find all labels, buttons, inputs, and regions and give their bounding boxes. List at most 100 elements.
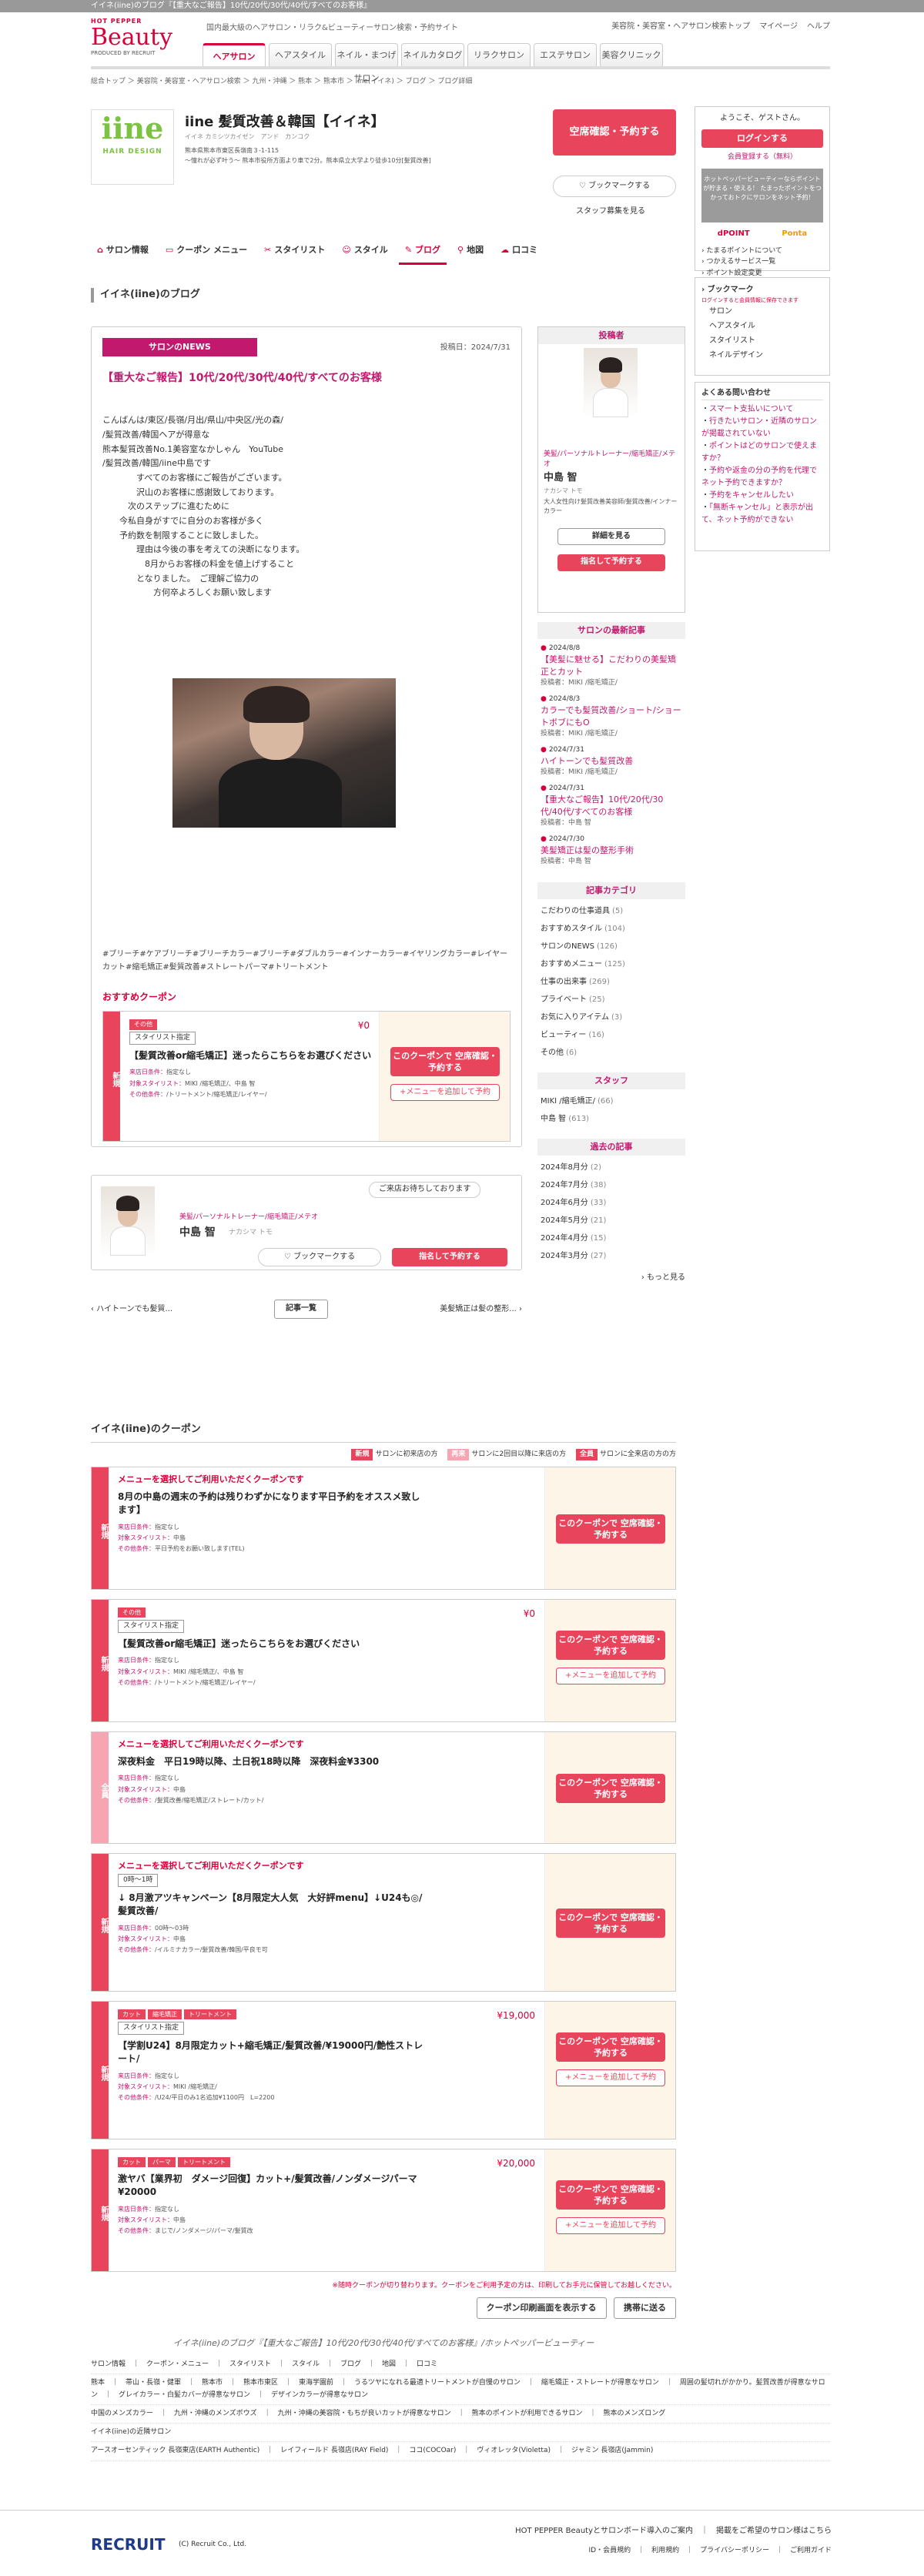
tab-map[interactable]: ⚲ 地図 <box>451 236 490 265</box>
tab-nail-salon[interactable]: ネイル・まつげサロン <box>335 43 398 83</box>
faq-item[interactable]: 予約をキャンセルしたい <box>701 490 823 502</box>
coupon-add-menu-button[interactable]: +メニューを追加して予約 <box>556 2216 665 2234</box>
copyright: (C) Recruit Co., Ltd. <box>179 2541 247 2548</box>
item-title[interactable]: 【美髪に魅せる】こだわりの美髪矯正とカット <box>541 654 682 678</box>
faq-item[interactable]: 行きたいサロン・近隣のサロンが掲載されていない <box>701 416 823 440</box>
item-title[interactable]: 美髪矯正は髪の整形手術 <box>541 845 682 857</box>
coupon-reserve-button[interactable]: このクーポンで 空席確認・予約する <box>556 2032 665 2062</box>
tab-clinic[interactable]: 美容クリニック <box>600 43 663 66</box>
coupon-add-menu-button[interactable]: +メニューを追加して予約 <box>556 1667 665 1684</box>
stylist-reserve-button[interactable]: 指名して予約する <box>392 1248 507 1266</box>
bookmark-hairstyle[interactable]: ヘアスタイル <box>701 319 823 333</box>
archive-item[interactable]: 2024年6月分 (33) <box>541 1194 682 1212</box>
tab-style[interactable]: ☺ スタイル <box>336 236 393 265</box>
category-item[interactable]: お気に入りアイテム (3) <box>541 1009 682 1026</box>
tab-esthe[interactable]: エステサロン <box>534 43 597 66</box>
coupon-reserve-button[interactable]: このクーポンで 空席確認・予約する <box>556 2180 665 2210</box>
coupon-add-menu-button[interactable]: +メニューを追加して予約 <box>390 1084 500 1101</box>
staff-item[interactable]: 中島 智 (613) <box>541 1110 682 1128</box>
meta-label: 対象スタイリスト： <box>118 1935 173 1943</box>
item-title[interactable]: ハイトーンでも髪質改善 <box>541 755 682 768</box>
archive-item[interactable]: 2024年7月分 (38) <box>541 1176 682 1194</box>
footer-row[interactable]: アースオーセンティック 長嶺東店(EARTH Authentic) ｜ レイフィ… <box>91 2442 830 2461</box>
legal-link[interactable]: ご利用ガイド <box>790 2547 832 2554</box>
stylist-name[interactable]: 中島 智 <box>179 1225 216 1240</box>
tab-hairsalon[interactable]: ヘアサロン <box>203 43 266 66</box>
category-item[interactable]: サロンのNEWS (126) <box>541 938 682 955</box>
latest-item[interactable]: 2024/7/30美髪矯正は髪の整形手術投稿者：中島 智 <box>541 835 682 867</box>
tab-salon-info[interactable]: ⌂ サロン情報 <box>91 236 155 265</box>
reserve-button[interactable]: 空席確認・予約する <box>553 109 676 156</box>
breadcrumb[interactable]: 総合トップ ＞ 美容院・美容室・ヘアサロン検索 ＞ 九州・沖縄 ＞ 熊本 ＞ 熊… <box>91 77 924 92</box>
coupon-add-menu-button[interactable]: +メニューを追加して予約 <box>556 2069 665 2086</box>
category-item[interactable]: 仕事の出来事 (269) <box>541 973 682 991</box>
tab-reviews[interactable]: ☁ 口コミ <box>494 236 544 265</box>
item-title[interactable]: 【重大なご報告】10代/20代/30代/40代/すべてのお客様 <box>541 794 682 818</box>
category-item[interactable]: ビューティー (16) <box>541 1026 682 1044</box>
faq-item[interactable]: ポイントはどのサロンで使えますか？ <box>701 440 823 465</box>
print-coupon-button[interactable]: クーポン印刷画面を表示する <box>476 2297 607 2319</box>
coupon-reserve-button[interactable]: このクーポンで 空席確認・予約する <box>556 1514 665 1544</box>
bookmark-button[interactable]: ♡ ブックマークする <box>553 176 676 197</box>
legal-link[interactable]: プライバシーポリシー <box>700 2547 769 2554</box>
footer-row[interactable]: サロン情報 ｜ クーポン・メニュー ｜ スタイリスト ｜ スタイル ｜ ブログ … <box>91 2356 830 2375</box>
archive-item[interactable]: 2024年4月分 (15) <box>541 1229 682 1247</box>
tab-hairstyle[interactable]: ヘアスタイル <box>269 43 332 66</box>
tab-coupon-menu[interactable]: ▭ クーポン メニュー <box>159 236 253 265</box>
tab-blog[interactable]: ✎ ブログ <box>398 236 447 265</box>
legal-link[interactable]: ID・会員規約 <box>589 2547 631 2554</box>
item-title[interactable]: カラーでも髪質改善/ショート/ショートボブにもO <box>541 704 682 729</box>
archive-item[interactable]: 2024年8月分 (2) <box>541 1159 682 1176</box>
bookmark-nail[interactable]: ネイルデザイン <box>701 348 823 363</box>
bookmark-stylist[interactable]: スタイリスト <box>701 333 823 348</box>
category-item[interactable]: おすすめメニュー (125) <box>541 955 682 973</box>
header-link-mypage[interactable]: マイページ <box>759 22 798 33</box>
category-item[interactable]: その他 (6) <box>541 1044 682 1062</box>
coupon-reserve-button[interactable]: このクーポンで 空席確認・予約する <box>556 1908 665 1938</box>
prev-article-link[interactable]: ‹ ハイトーンでも髪質... <box>91 1305 172 1313</box>
faq-item[interactable]: 予約や返金の分の予約を代理でネット予約できますか？ <box>701 465 823 490</box>
recruit-logo[interactable]: RECRUIT <box>91 2534 165 2556</box>
coupon-reserve-button[interactable]: このクーポンで 空席確認・予約する <box>390 1047 500 1076</box>
meta-value: MIKI /縮毛矯正/、中島 智 <box>173 1668 244 1675</box>
listing-link[interactable]: 掲載をご希望のサロン様はこちら <box>716 2527 832 2535</box>
article-list-button[interactable]: 記事一覧 <box>274 1300 328 1319</box>
tab-nail-catalog[interactable]: ネイルカタログ <box>401 43 464 66</box>
archive-more-link[interactable]: › もっと見る <box>537 1273 685 1284</box>
bookmark-salon[interactable]: サロン <box>701 304 823 319</box>
staff-recruit-link[interactable]: スタッフ募集を見る <box>576 206 645 218</box>
salonboard-link[interactable]: HOT PEPPER Beautyとサロンボード導入のご案内 <box>515 2527 693 2535</box>
header-link-help[interactable]: ヘルプ <box>807 22 830 33</box>
hpb-logo[interactable]: HOT PEPPER Beauty PRODUCED BY RECRUIT <box>91 17 191 57</box>
send-mobile-button[interactable]: 携帯に送る <box>614 2297 676 2319</box>
legal-link[interactable]: 利用規約 <box>651 2547 679 2554</box>
tab-stylist[interactable]: ✂ スタイリスト <box>258 236 331 265</box>
header-link-search-top[interactable]: 美容院・美容室・ヘアサロン検索トップ <box>611 22 750 33</box>
poster-reserve-button[interactable]: 指名して予約する <box>557 554 665 571</box>
staff-item[interactable]: MIKI /縮毛矯正/(66) <box>541 1092 682 1110</box>
footer-row[interactable]: 熊本 ｜ 帯山・長嶺・健軍 ｜ 熊本市 ｜ 熊本市東区 ｜ 東海学園前 ｜ うる… <box>91 2374 830 2405</box>
archive-item[interactable]: 2024年5月分 (21) <box>541 1212 682 1229</box>
register-link[interactable]: 会員登録する（無料） <box>701 152 823 162</box>
latest-item[interactable]: 2024/8/8【美髪に魅せる】こだわりの美髪矯正とカット投稿者：MIKI /縮… <box>541 644 682 688</box>
point-link[interactable]: › たまるポイントについて <box>701 246 823 256</box>
category-item[interactable]: こだわりの仕事道具 (5) <box>541 902 682 920</box>
latest-item[interactable]: 2024/7/31【重大なご報告】10代/20代/30代/40代/すべてのお客様… <box>541 784 682 828</box>
next-article-link[interactable]: 美髪矯正は髪の整形... › <box>440 1304 522 1316</box>
coupon-reserve-button[interactable]: このクーポンで 空席確認・予約する <box>556 1630 665 1660</box>
latest-item[interactable]: 2024/7/31ハイトーンでも髪質改善投稿者：MIKI /縮毛矯正/ <box>541 745 682 778</box>
poster-name[interactable]: 中島 智 <box>544 471 578 486</box>
poster-detail-button[interactable]: 詳細を見る <box>557 528 665 545</box>
category-item[interactable]: プライベート (25) <box>541 991 682 1009</box>
tab-relax[interactable]: リラクサロン <box>467 43 531 66</box>
faq-item[interactable]: 「無断キャンセル」と表示が出て、ネット予約ができない <box>701 502 823 527</box>
archive-item[interactable]: 2024年3月分 (27) <box>541 1247 682 1265</box>
latest-item[interactable]: 2024/8/3カラーでも髪質改善/ショート/ショートボブにもO投稿者：MIKI… <box>541 694 682 739</box>
faq-item[interactable]: スマート支払いについて <box>701 403 823 416</box>
coupon-reserve-button[interactable]: このクーポンで 空席確認・予約する <box>556 1773 665 1803</box>
login-button[interactable]: ログインする <box>701 129 823 148</box>
stylist-bookmark-button[interactable]: ♡ ブックマークする <box>258 1248 381 1266</box>
category-item[interactable]: おすすめスタイル (104) <box>541 920 682 938</box>
point-link[interactable]: › つかえるサービス一覧 <box>701 256 823 267</box>
footer-row[interactable]: 中国のメンズカラー ｜ 九州・沖縄のメンズボウズ ｜ 九州・沖縄の美容院・もちが… <box>91 2405 830 2424</box>
